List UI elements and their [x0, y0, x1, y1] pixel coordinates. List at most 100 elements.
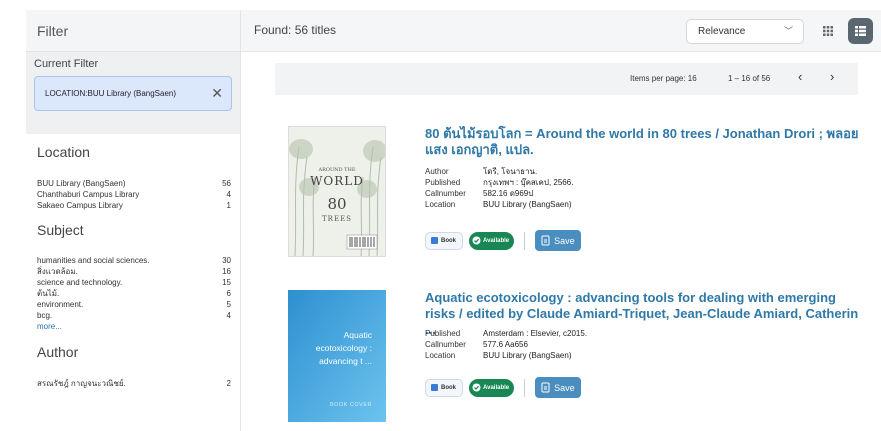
status-badge-label: Available — [483, 237, 510, 244]
meta-key: Published — [425, 178, 461, 187]
meta-value: 582.16 ด969ป — [483, 189, 534, 198]
list-view-icon[interactable] — [848, 18, 873, 44]
meta-row: Published กรุงเทพฯ : บุ๊คสเคป, 2566. — [425, 177, 573, 188]
current-filter-panel: Current Filter LOCATION:BUU Library (Ban… — [26, 52, 240, 134]
facet-item[interactable]: bcg. 4 — [37, 310, 231, 321]
meta-value: 577.6 Aa656 — [483, 340, 528, 349]
cover-line-4: TREES — [322, 215, 352, 223]
facet-item-label: environment. — [37, 300, 84, 309]
facet-item-count: 30 — [222, 256, 231, 265]
meta-key: Location — [425, 200, 456, 209]
book-cover[interactable]: AROUND THE WORLD 80 TREES — [288, 126, 387, 257]
facet-item-count: 2 — [226, 379, 231, 388]
current-filter-chip-label: LOCATION:BUU Library (BangSaen) — [45, 89, 177, 98]
grid-view-icon[interactable] — [819, 22, 837, 40]
facet-item-label: สิ่งแวดล้อม. — [37, 267, 78, 276]
results-toolbar: Found: 56 titles Relevance ﹀ — [241, 10, 881, 52]
chevron-right-icon[interactable]: › — [830, 69, 834, 84]
items-per-page[interactable]: Items per page: 16 — [630, 74, 697, 83]
facet-item[interactable]: Sakaeo Campus Library 1 — [37, 200, 231, 211]
cover-line-2: WORLD — [310, 174, 364, 188]
facet-item[interactable]: สรณรัชฎ์ กาญจนะวณิชย์. 2 — [37, 378, 231, 389]
facet-location: BUU Library (BangSaen) 56 Chanthaburi Cam… — [26, 178, 240, 211]
facet-item[interactable]: humanities and social sciences. 30 — [37, 255, 231, 266]
results-count: Found: 56 titles — [254, 23, 337, 37]
result-item: AROUND THE WORLD 80 TREES 80 ต้นไม้รอบโล… — [275, 126, 859, 266]
sort-select-value: Relevance — [698, 26, 746, 37]
format-badge: Book — [425, 231, 463, 250]
meta-value: กรุงเทพฯ : บุ๊คสเคป, 2566. — [483, 178, 574, 187]
divider — [524, 378, 526, 397]
meta-key: Location — [425, 351, 456, 360]
save-button-label: Save — [554, 382, 575, 393]
cover-line-3: 80 — [327, 195, 346, 213]
facet-list: Location BUU Library (BangSaen) 56 Chanth… — [26, 134, 240, 431]
current-filter-label: Current Filter — [34, 58, 99, 70]
meta-value: โดรี, โจนาธาน. — [483, 167, 538, 176]
document-icon — [541, 382, 550, 393]
chevron-down-icon: ﹀ — [783, 26, 793, 36]
result-item: Aquatic ecotoxicology : advancing t ... … — [275, 290, 858, 431]
meta-value: BUU Library (BangSaen) — [483, 351, 572, 360]
meta-key: Callnumber — [425, 340, 466, 349]
facet-item-count: 15 — [222, 278, 231, 287]
book-icon — [431, 237, 438, 244]
book-cover[interactable]: Aquatic ecotoxicology : advancing t ... … — [288, 290, 386, 422]
result-meta: Published Amsterdam : Elsevier, c2015. Ca… — [425, 328, 587, 361]
check-icon — [472, 383, 481, 392]
result-actions: Book Available Save — [425, 377, 581, 398]
status-badge: Available — [469, 231, 515, 250]
status-badge: Available — [469, 378, 515, 397]
book-icon — [431, 384, 438, 391]
meta-key: Callnumber — [425, 189, 466, 198]
cover-line-2: ecotoxicology : — [316, 343, 372, 353]
facet-title-subject: Subject — [37, 222, 84, 238]
format-badge: Book — [425, 378, 463, 397]
format-badge-label: Book — [441, 237, 456, 244]
divider — [524, 231, 526, 250]
facet-item[interactable]: science and technology. 15 — [37, 277, 231, 288]
facet-item-count: 6 — [226, 289, 231, 298]
save-button-label: Save — [554, 235, 575, 246]
page-range: 1 – 16 of 56 — [728, 74, 771, 83]
meta-row: Location BUU Library (BangSaen) — [425, 199, 573, 210]
meta-row: Published Amsterdam : Elsevier, c2015. — [425, 328, 587, 339]
facet-item[interactable]: environment. 5 — [37, 299, 231, 310]
facet-item[interactable]: Chanthaburi Campus Library 4 — [37, 189, 231, 200]
filter-heading: Filter — [26, 10, 240, 52]
facet-item-count: 16 — [222, 267, 231, 276]
status-badge-label: Available — [483, 384, 510, 391]
more-link[interactable]: more... — [26, 321, 240, 332]
cover-line-1: Aquatic — [344, 330, 373, 340]
result-title[interactable]: 80 ต้นไม้รอบโลก = Around the world in 80… — [425, 126, 865, 158]
meta-row: Callnumber 582.16 ด969ป — [425, 188, 573, 199]
facet-title-location: Location — [37, 144, 90, 160]
facet-item[interactable]: สิ่งแวดล้อม. 16 — [37, 266, 231, 277]
sort-select[interactable]: Relevance ﹀ — [686, 19, 804, 44]
save-button[interactable]: Save — [535, 230, 581, 251]
facet-item-label: BUU Library (BangSaen) — [37, 179, 126, 188]
meta-value: BUU Library (BangSaen) — [483, 200, 572, 209]
meta-row: Callnumber 577.6 Aa656 — [425, 339, 587, 350]
facet-item-count: 4 — [226, 311, 231, 320]
current-filter-chip[interactable]: LOCATION:BUU Library (BangSaen) ✕ — [34, 76, 232, 111]
facet-item[interactable]: ต้นไม้. 6 — [37, 288, 231, 299]
facet-item-count: 1 — [226, 201, 231, 210]
close-icon[interactable]: ✕ — [211, 77, 223, 110]
facet-item-label: bcg. — [37, 311, 53, 320]
meta-value: Amsterdam : Elsevier, c2015. — [483, 329, 588, 338]
facet-item-label: humanities and social sciences. — [37, 256, 150, 265]
check-icon — [472, 236, 481, 245]
document-icon — [541, 235, 550, 246]
chevron-left-icon[interactable]: ‹ — [798, 69, 802, 84]
format-badge-label: Book — [441, 384, 456, 391]
save-button[interactable]: Save — [535, 377, 581, 398]
facet-item-label: ต้นไม้. — [37, 289, 60, 298]
facet-item-count: 4 — [226, 190, 231, 199]
facet-item-label: สรณรัชฎ์ กาญจนะวณิชย์. — [37, 379, 126, 388]
meta-row: Location BUU Library (BangSaen) — [425, 350, 587, 361]
facet-item[interactable]: BUU Library (BangSaen) 56 — [37, 178, 231, 189]
result-actions: Book Available Save — [425, 230, 581, 251]
facet-item-label: Sakaeo Campus Library — [37, 201, 123, 210]
facet-item-count: 5 — [226, 300, 231, 309]
